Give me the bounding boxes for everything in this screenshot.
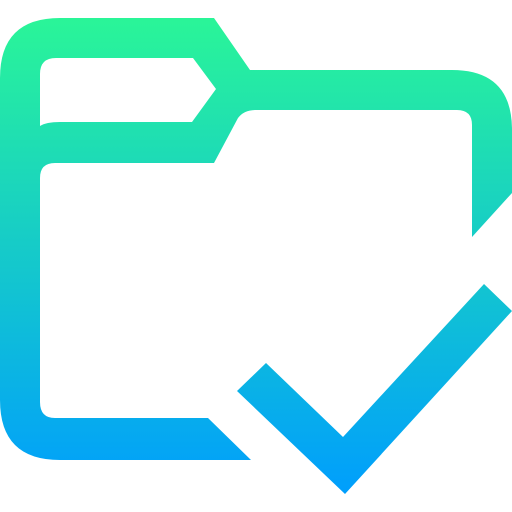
checkmark-icon: [237, 284, 512, 494]
folder-check-icon: [0, 18, 512, 494]
icon-canvas: [0, 0, 512, 512]
